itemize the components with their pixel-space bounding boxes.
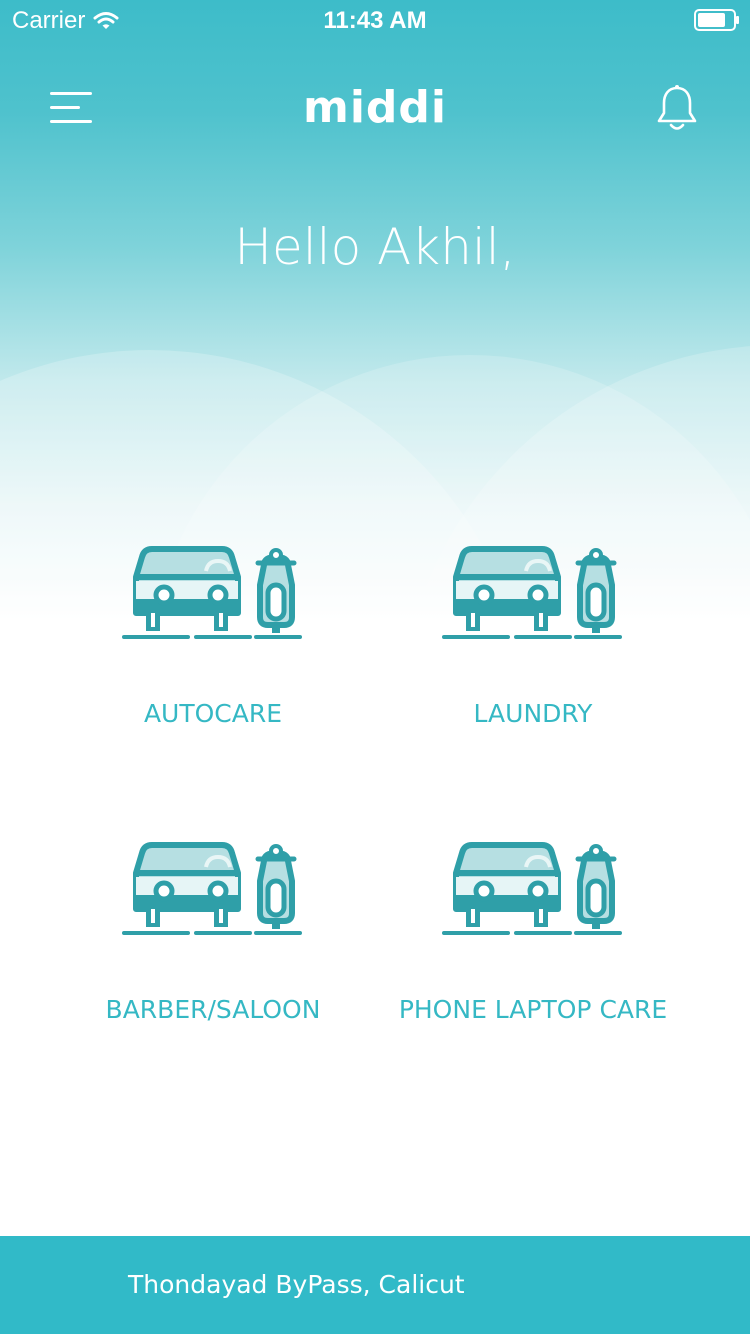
greeting-text: Hello Akhil, [234, 218, 516, 276]
service-autocare[interactable]: AUTOCARE [48, 545, 378, 765]
home-screen: Carrier 11:43 AM middi Hello Akhil, AUTO… [0, 0, 750, 1334]
service-label: PHONE LAPTOP CARE [398, 995, 668, 1024]
top-nav: middi [0, 70, 750, 150]
battery-icon [694, 9, 739, 31]
car-scooter-icon [442, 546, 622, 639]
location-text: Thondayad ByPass, Calicut [128, 1270, 465, 1299]
status-time: 11:43 AM [323, 7, 427, 34]
location-bar[interactable]: Thondayad ByPass, Calicut [0, 1236, 750, 1334]
app-logo: middi [302, 82, 447, 133]
car-scooter-icon [122, 842, 302, 935]
service-label: LAUNDRY [473, 699, 593, 728]
service-label: BARBER/SALOON [105, 995, 321, 1024]
service-barber-saloon[interactable]: BARBER/SALOON [48, 841, 378, 1061]
bell-icon[interactable] [654, 84, 700, 134]
service-laundry[interactable]: LAUNDRY [368, 545, 698, 765]
car-scooter-icon [122, 546, 302, 639]
service-label: AUTOCARE [143, 699, 283, 728]
status-bar: Carrier 11:43 AM [0, 0, 750, 40]
car-scooter-icon [442, 842, 622, 935]
service-phone-laptop-care[interactable]: PHONE LAPTOP CARE [368, 841, 698, 1061]
